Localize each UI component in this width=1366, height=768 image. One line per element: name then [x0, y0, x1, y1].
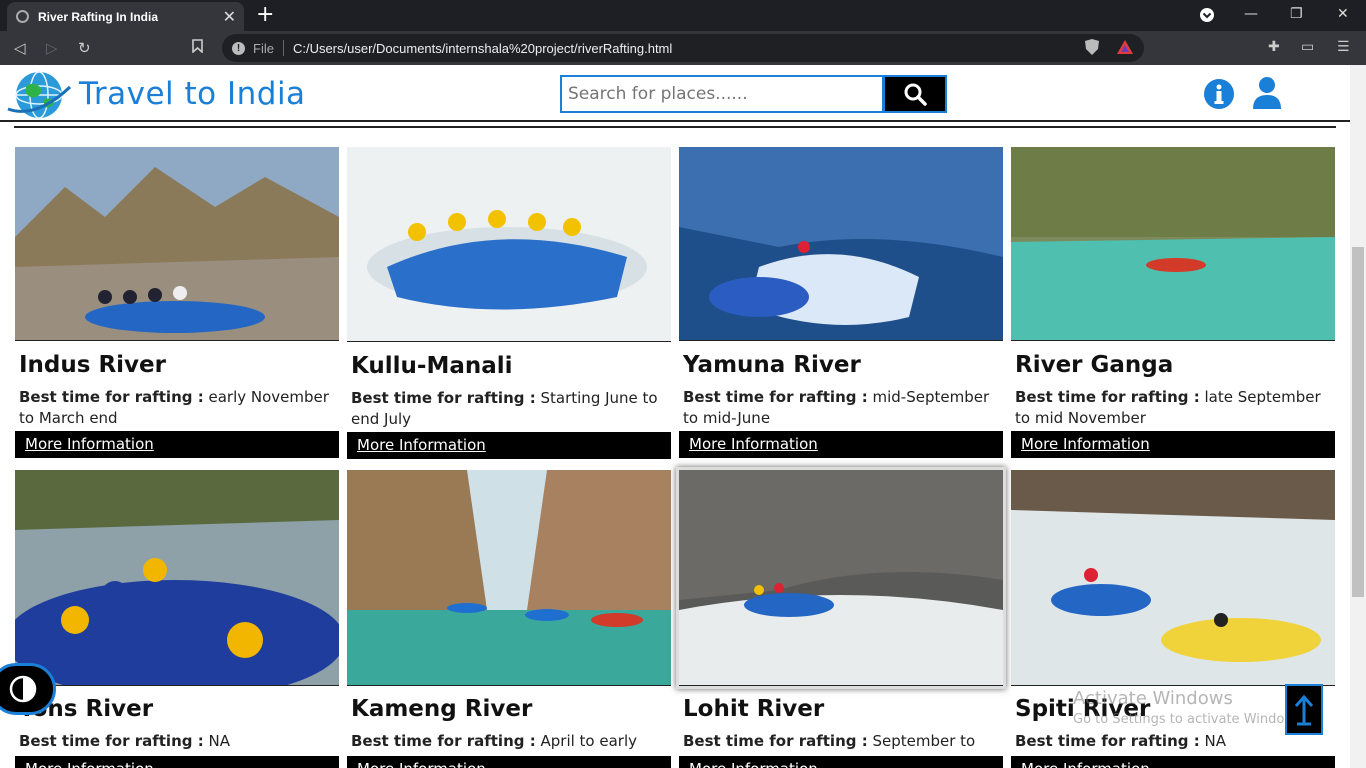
watermark-title: Activate Windows [1073, 688, 1233, 709]
more-information-link[interactable]: More Information [679, 756, 1003, 768]
search-button[interactable] [883, 75, 947, 113]
card-title: Yamuna River [683, 352, 861, 378]
minimize-icon[interactable]: — [1244, 6, 1258, 22]
best-time-label: Best time for rafting : [683, 388, 868, 406]
card-description: Best time for rafting : mid-September to… [683, 387, 999, 429]
globe-icon [16, 10, 29, 23]
card-description: Best time for rafting : early November t… [19, 387, 335, 429]
profile-dropdown-icon[interactable] [1199, 7, 1215, 27]
brand-title[interactable]: Travel to India [79, 76, 306, 112]
card-title: Kullu-Manali [351, 353, 513, 379]
more-information-link[interactable]: More Information [15, 756, 339, 768]
best-time-label: Best time for rafting : [351, 732, 536, 750]
more-information-link[interactable]: More Information [15, 431, 339, 458]
best-time-value: NA [1204, 732, 1226, 750]
card-image [347, 147, 671, 342]
brave-shield-icon[interactable] [1084, 38, 1100, 59]
more-information-link[interactable]: More Information [1011, 431, 1335, 458]
url-text[interactable]: C:/Users/user/Documents/internshala%20pr… [293, 41, 1084, 56]
card-description: Best time for rafting : Starting June to… [351, 388, 667, 430]
contrast-icon [9, 675, 37, 703]
best-time-label: Best time for rafting : [19, 388, 204, 406]
rewards-icon[interactable] [1116, 39, 1134, 58]
url-separator [282, 40, 284, 56]
best-time-label: Best time for rafting : [351, 389, 536, 407]
tab-close-icon[interactable]: ✕ [223, 8, 236, 24]
card-image [15, 147, 339, 341]
new-tab-button[interactable]: + [256, 4, 274, 26]
url-scheme: File [253, 40, 274, 56]
card-title: River Ganga [1015, 352, 1174, 378]
card-image [1011, 147, 1335, 341]
watermark-subtitle: Go to Settings to activate Windows. [1073, 712, 1306, 727]
best-time-label: Best time for rafting : [1015, 732, 1200, 750]
best-time-label: Best time for rafting : [683, 732, 868, 750]
more-information-link[interactable]: More Information [347, 756, 671, 768]
window-close-icon[interactable]: ✕ [1337, 6, 1349, 22]
search-icon [904, 83, 927, 106]
more-information-link[interactable]: More Information [347, 432, 671, 459]
card-title: Indus River [19, 352, 166, 378]
card-image [679, 147, 1003, 341]
bookmark-icon[interactable] [192, 39, 203, 57]
windows-activation-watermark: Activate Windows Go to Settings to activ… [1073, 688, 1306, 727]
card-image [679, 470, 1003, 686]
restore-icon[interactable]: ❐ [1290, 6, 1303, 22]
card-image [347, 470, 671, 686]
browser-tab[interactable]: River Rafting In India ✕ [7, 2, 244, 31]
globe-logo-icon[interactable] [6, 69, 72, 121]
scrollbar-thumb[interactable] [1352, 247, 1364, 597]
best-time-label: Best time for rafting : [19, 732, 204, 750]
card-image [15, 470, 339, 686]
reload-icon[interactable]: ↻ [78, 39, 91, 57]
card-image [1011, 470, 1335, 686]
menu-icon[interactable]: ☰ [1337, 39, 1350, 55]
tab-title: River Rafting In India [38, 9, 159, 24]
more-information-link[interactable]: More Information [1011, 756, 1335, 768]
address-bar[interactable]: ! File C:/Users/user/Documents/internsha… [222, 34, 1144, 62]
page-scrollbar[interactable] [1350, 65, 1366, 768]
arrow-up-icon [1294, 694, 1314, 725]
contrast-toggle-button[interactable] [0, 663, 56, 715]
back-icon[interactable]: ◁ [14, 39, 26, 57]
page: Travel to India Indus River Best time fo… [0, 65, 1350, 768]
more-information-link[interactable]: More Information [679, 431, 1003, 458]
best-time-label: Best time for rafting : [1015, 388, 1200, 406]
card-title: Lohit River [683, 696, 825, 722]
best-time-value: NA [208, 732, 230, 750]
forward-icon[interactable]: ▷ [46, 39, 58, 57]
user-icon[interactable] [1253, 77, 1281, 109]
card-description: Best time for rafting : NA [19, 731, 335, 752]
site-header: Travel to India [0, 65, 1350, 122]
browser-toolbar: ◁ ▷ ↻ ! File C:/Users/user/Documents/int… [0, 31, 1366, 65]
card-description: Best time for rafting : late September t… [1015, 387, 1331, 429]
search-input[interactable] [560, 75, 884, 113]
site-info-icon[interactable]: ! [232, 41, 245, 55]
section-underline [14, 126, 1336, 128]
browser-tab-strip: River Rafting In India ✕ + — ❐ ✕ [0, 0, 1366, 31]
card-title: Kameng River [351, 696, 533, 722]
wallet-icon[interactable]: ▭ [1301, 39, 1314, 55]
scroll-to-top-button[interactable] [1285, 684, 1323, 735]
extensions-icon[interactable]: ✚ [1268, 39, 1280, 55]
info-icon[interactable] [1204, 79, 1234, 109]
card-description: Best time for rafting : NA [1015, 731, 1331, 752]
